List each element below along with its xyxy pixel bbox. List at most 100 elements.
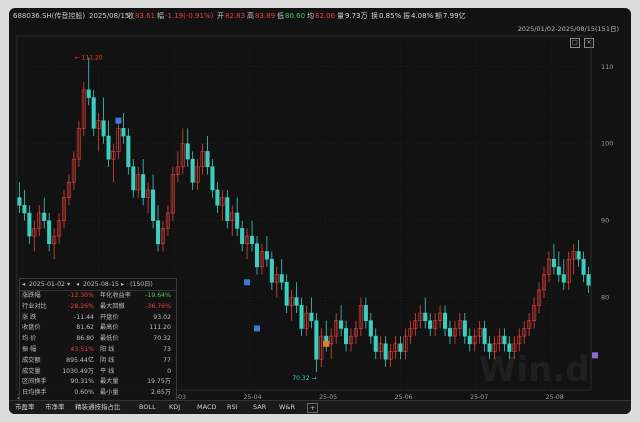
stats-value: 70.32 <box>153 335 171 343</box>
stats-label: 涨 跌 <box>22 313 37 321</box>
candle-body <box>86 89 91 98</box>
stats-label: 最大回撤 <box>100 302 125 310</box>
stats-row: 均 价 86.80 最低价 70.32 <box>20 335 176 344</box>
candle-body <box>22 205 27 214</box>
stats-value: 86.80 <box>76 335 94 343</box>
candle-body <box>269 258 274 283</box>
stats-label: 最高价 <box>100 324 119 332</box>
stats-row: 涨 跌 -11.44 开盘价 93.02 <box>20 314 176 323</box>
candle-body <box>561 274 566 283</box>
candle-body <box>17 197 22 206</box>
candle-body <box>42 212 47 221</box>
candle-body <box>106 135 111 160</box>
stats-value: 1030.49万 <box>62 367 94 375</box>
chevron-left-icon[interactable]: ◂ <box>76 279 79 290</box>
candle-body <box>131 166 136 191</box>
stats-row: 行业对比 -28.26% 最大回撤 -36.76% <box>20 303 176 312</box>
stats-value: 93.02 <box>153 313 171 321</box>
stats-label: 阳 线 <box>100 346 115 353</box>
candle-body <box>254 243 260 268</box>
y-tick-label: 90 <box>601 217 609 225</box>
candle-body <box>215 189 220 206</box>
indicator-toolbar: 市盈率 市净率 精装通技指占比 BOLL KDJ MACD RSI SAR W&R + <box>9 400 631 414</box>
candle-body <box>428 320 433 329</box>
stats-value: -12.30% <box>68 292 94 299</box>
stats-label: 均 价 <box>22 335 37 343</box>
toolbar-item-w&r[interactable]: W&R <box>279 401 295 414</box>
candle-body <box>240 228 245 245</box>
stats-value: 0 <box>167 367 171 375</box>
stats-row: 涨跌幅 -12.30% 年化收益率 -19.64% <box>20 292 176 301</box>
toolbar-item-精装通技指占比[interactable]: 精装通技指占比 <box>75 401 121 414</box>
stats-value: 73 <box>163 346 171 353</box>
candle-body <box>225 197 230 221</box>
candle-body <box>442 312 448 329</box>
candle-body <box>121 128 126 137</box>
chevron-right-icon[interactable]: ▸ <box>121 279 124 290</box>
candle-body <box>363 305 368 322</box>
candle-body <box>299 305 304 329</box>
toolbar-item-sar[interactable]: SAR <box>253 401 266 414</box>
stats-row: 成交量 1030.49万平 线 0 <box>20 368 176 377</box>
candle-body <box>462 320 467 337</box>
candle-body <box>586 274 591 286</box>
y-tick-label: 110 <box>601 63 613 71</box>
stats-value: 2.65万 <box>151 389 171 397</box>
candle-body <box>482 328 487 345</box>
chevron-left-icon[interactable]: ◂ <box>22 279 25 290</box>
stats-label: 最大量 <box>100 378 119 386</box>
stats-row: 振 幅 43.51% 阳 线 73 <box>20 346 176 355</box>
candle-body <box>141 174 146 198</box>
stats-label: 收盘价 <box>22 324 41 332</box>
stats-value: -36.76% <box>145 302 171 310</box>
candle-body <box>423 312 428 322</box>
chevron-down-icon[interactable]: ▾ <box>67 279 70 290</box>
high-price-marker: ← 111.20 <box>75 55 103 62</box>
candle-body <box>368 320 373 337</box>
stats-row: 收盘价 81.62 最高价 111.20 <box>20 324 176 333</box>
stats-value: -28.26% <box>68 302 94 310</box>
candle-body <box>551 258 556 268</box>
toolbar-item-市净率[interactable]: 市净率 <box>45 401 65 414</box>
candle-body <box>314 320 319 360</box>
toolbar-item-市盈率[interactable]: 市盈率 <box>15 401 35 414</box>
watermark: Win.d <box>479 350 590 390</box>
stats-value: 895.44亿 <box>66 356 94 364</box>
candle-body <box>235 212 240 229</box>
y-tick-label: 80 <box>601 294 609 302</box>
stats-header: ◂ 2025-01-02 ▾ ◂ 2025-08-15 ▸ (150日) <box>20 279 176 291</box>
stats-value: 0.60% <box>74 389 94 397</box>
candle-body <box>467 335 472 345</box>
stats-label: 最小量 <box>100 389 119 397</box>
candle-body <box>383 343 388 360</box>
stats-label: 涨跌幅 <box>22 292 41 299</box>
add-indicator-button[interactable]: + <box>307 403 319 413</box>
candle-body <box>185 143 190 160</box>
candle-body <box>294 297 299 306</box>
candle-body <box>502 335 507 345</box>
stats-label: 开盘价 <box>100 313 119 321</box>
candle-body <box>339 320 344 329</box>
low-price-marker: 70.32 → <box>292 375 316 382</box>
stats-end-date[interactable]: 2025-08-15 <box>83 279 119 290</box>
candle-body <box>447 328 453 337</box>
event-marker-icon <box>244 279 251 286</box>
toolbar-item-boll[interactable]: BOLL <box>139 401 156 414</box>
stats-value: 90.31% <box>70 378 94 386</box>
stats-row: 成交额 895.44亿阴 线 77 <box>20 357 176 366</box>
candle-body <box>279 274 284 283</box>
candle-body <box>190 158 195 183</box>
event-marker-icon <box>323 340 330 347</box>
stats-start-date[interactable]: 2025-01-02 <box>29 279 65 290</box>
y-tick-label: 100 <box>601 140 613 148</box>
stats-label: 最低价 <box>100 335 119 343</box>
stats-value: 81.62 <box>76 324 94 332</box>
stats-label: 振 幅 <box>22 346 37 353</box>
candle-body <box>126 135 131 168</box>
toolbar-item-rsi[interactable]: RSI <box>227 401 238 414</box>
chart-window: 688036.SH(传音控股) 2025/08/15 收 83.61 幅 -1.… <box>9 8 631 414</box>
interval-stats-panel[interactable]: ◂ 2025-01-02 ▾ ◂ 2025-08-15 ▸ (150日) 涨跌幅… <box>19 278 177 402</box>
toolbar-item-macd[interactable]: MACD <box>197 401 216 414</box>
toolbar-item-kdj[interactable]: KDJ <box>169 401 180 414</box>
stats-value: 77 <box>163 356 171 364</box>
